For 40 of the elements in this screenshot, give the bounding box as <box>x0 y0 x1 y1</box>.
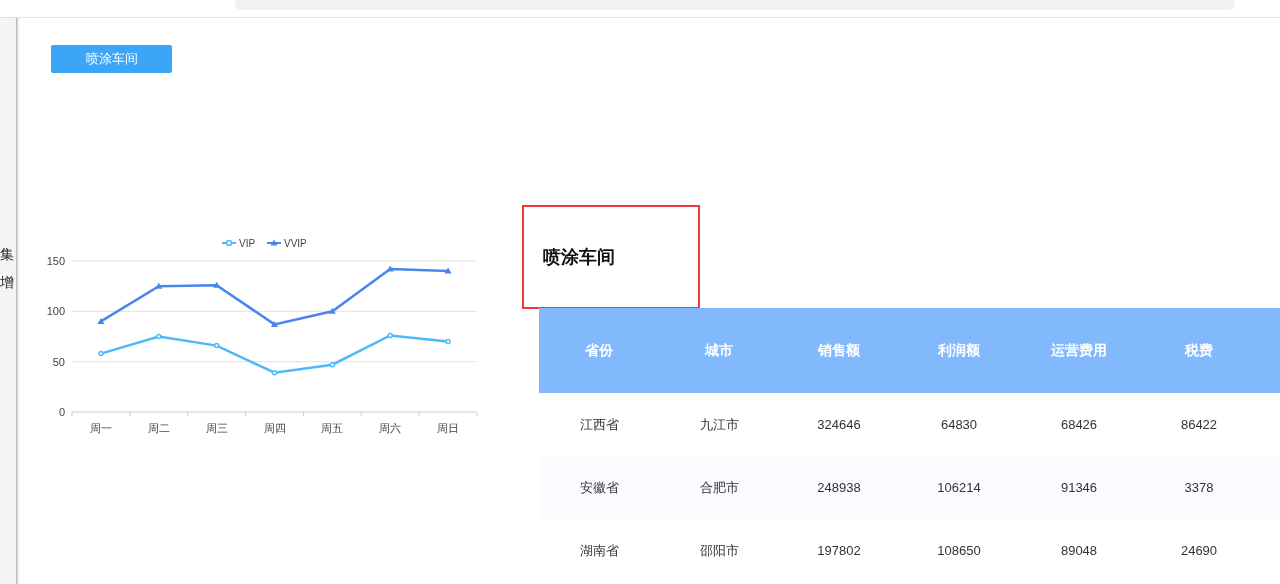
axis-tick-label: 100 <box>46 305 65 318</box>
axis-tick-label: 50 <box>52 355 65 368</box>
axis-tick-label: 0 <box>58 406 65 418</box>
axis-category-label: 周一 <box>89 422 112 434</box>
axis-tick-label: 150 <box>46 255 65 267</box>
column-header: 运营费用 <box>1050 341 1108 360</box>
column-header: 城市 <box>703 341 734 360</box>
table-cell-text: 64830 <box>939 417 979 432</box>
table-cell-text: 89048 <box>1059 543 1099 558</box>
table-cell-text: 248938 <box>816 480 862 495</box>
table-cell-text: 邵阳市 <box>698 541 740 560</box>
table-cell-text: 91346 <box>1059 480 1099 495</box>
table-cell-text: 湖南省 <box>578 541 620 560</box>
panel-title: 喷涂车间 <box>543 246 615 269</box>
table-cell-text: 江西省 <box>578 415 620 434</box>
axis-category-label: 周六 <box>379 422 402 434</box>
menu-text-fragment: 增 <box>0 274 15 290</box>
column-header: 利润额 <box>937 341 981 360</box>
column-header: 税费 <box>1183 341 1214 360</box>
table-cell-text: 197802 <box>816 543 862 558</box>
table-cell-text: 86422 <box>1179 417 1219 432</box>
column-header: 销售额 <box>816 341 861 360</box>
table-cell-text: 九江市 <box>698 415 740 434</box>
legend-label: VVIP <box>284 238 308 249</box>
axis-category-label: 周日 <box>437 422 460 434</box>
axis-category-label: 周四 <box>263 422 286 434</box>
axis-category-label: 周二 <box>147 422 170 434</box>
table-cell-text: 3378 <box>1183 480 1215 495</box>
axis-category-label: 周五 <box>321 422 344 434</box>
axis-category-label: 周三 <box>205 422 228 434</box>
menu-text-fragment: 集 <box>0 246 15 262</box>
legend-label: VIP <box>239 238 256 249</box>
table-cell-text: 106214 <box>936 480 982 495</box>
column-header: 省份 <box>584 341 614 360</box>
table-cell-text: 324646 <box>816 417 862 432</box>
table-cell-text: 108650 <box>936 543 982 558</box>
table-cell-text: 68426 <box>1059 417 1099 432</box>
table-cell-text: 合肥市 <box>698 478 740 497</box>
table-cell-text: 24690 <box>1179 543 1219 558</box>
table-cell-text: 安徽省 <box>578 478 620 497</box>
